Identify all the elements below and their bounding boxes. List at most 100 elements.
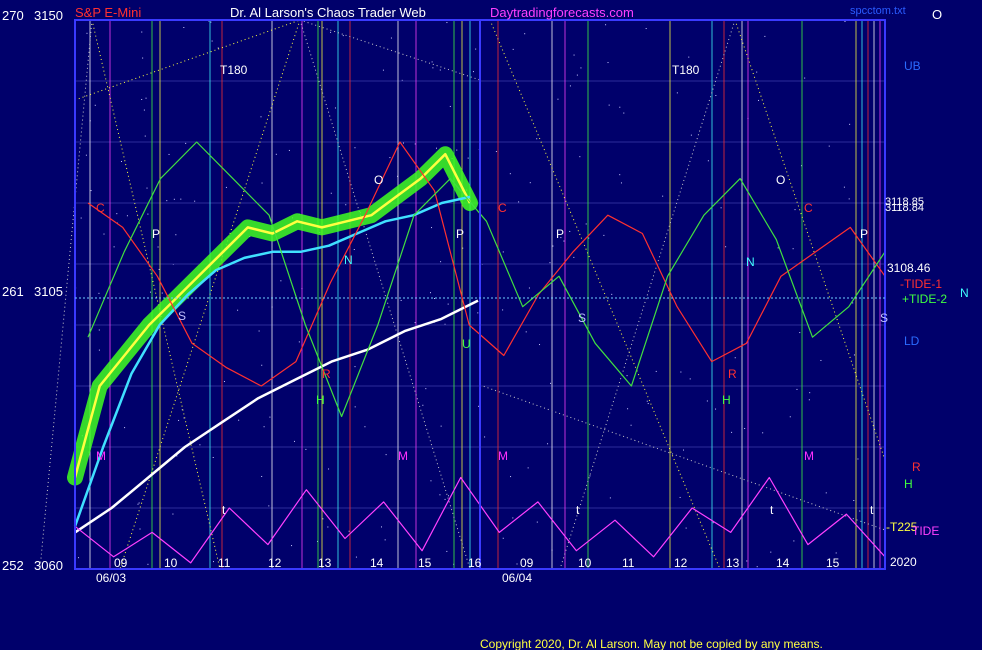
star-dot <box>432 67 434 69</box>
star-dot <box>330 192 332 194</box>
star-dot <box>183 26 185 28</box>
panel-marker: O <box>374 173 383 187</box>
x-tick-label: 11 <box>622 556 635 570</box>
star-dot <box>647 403 649 405</box>
star-dot <box>502 537 504 539</box>
price-top-label: 3150 <box>34 8 63 23</box>
star-dot <box>685 527 687 529</box>
star-dot <box>502 309 504 311</box>
h-label: H <box>904 477 913 491</box>
star-dot <box>529 182 531 184</box>
star-dot <box>354 406 356 408</box>
star-dot <box>853 499 855 501</box>
star-dot <box>430 480 432 482</box>
star-dot <box>569 85 571 87</box>
star-dot <box>429 292 431 294</box>
star-dot <box>291 545 293 547</box>
tide1-label: -TIDE-1 <box>900 277 942 291</box>
star-dot <box>844 21 846 23</box>
star-dot <box>576 74 578 76</box>
star-dot <box>770 551 772 553</box>
star-dot <box>626 375 628 377</box>
star-dot <box>843 186 845 188</box>
star-dot <box>799 332 801 334</box>
star-dot <box>263 426 265 428</box>
left-axis-mid-price: 3105 <box>34 284 63 299</box>
star-dot <box>139 528 141 530</box>
star-dot <box>794 209 796 211</box>
star-dot <box>835 552 837 554</box>
lower-band-label: LD <box>904 334 920 348</box>
panel-marker: H <box>722 393 731 407</box>
star-dot <box>330 31 332 33</box>
star-dot <box>550 382 552 384</box>
star-dot <box>389 157 391 159</box>
star-dot <box>620 182 622 184</box>
panel-marker: C <box>498 201 507 215</box>
star-dot <box>777 247 779 249</box>
star-dot <box>712 522 714 524</box>
star-dot <box>569 230 571 232</box>
star-dot <box>98 292 100 294</box>
instrument-name: S&P E-Mini <box>75 5 141 20</box>
star-dot <box>439 69 441 71</box>
star-dot <box>180 198 182 200</box>
star-dot <box>527 467 529 469</box>
star-dot <box>853 354 855 356</box>
star-dot <box>85 154 87 156</box>
panel-marker: S <box>178 309 186 323</box>
star-dot <box>439 494 441 496</box>
star-dot <box>605 24 607 26</box>
star-dot <box>305 448 307 450</box>
star-dot <box>353 249 355 251</box>
star-dot <box>80 217 82 219</box>
x-tick-label: 12 <box>268 556 282 570</box>
panel-marker: P <box>456 227 464 241</box>
star-dot <box>213 561 215 563</box>
star-dot <box>327 526 329 528</box>
star-dot <box>472 71 474 73</box>
star-dot <box>194 200 196 202</box>
x-tick-label: 11 <box>218 556 231 570</box>
star-dot <box>525 331 527 333</box>
star-dot <box>662 195 664 197</box>
upper-band-label: UB <box>904 59 921 73</box>
star-dot <box>185 142 187 144</box>
top-right-marker: O <box>932 7 942 22</box>
star-dot <box>431 61 433 63</box>
x-tick-label: 14 <box>776 556 790 570</box>
star-dot <box>328 468 330 470</box>
star-dot <box>655 370 657 372</box>
price-label-2: 3118.84 <box>885 202 924 214</box>
star-dot <box>725 246 727 248</box>
star-dot <box>447 303 449 305</box>
x-tick-label: 09 <box>520 556 534 570</box>
star-dot <box>422 404 424 406</box>
star-dot <box>225 186 227 188</box>
star-dot <box>808 399 810 401</box>
star-dot <box>381 526 382 528</box>
copyright-notice: Copyright 2020, Dr. Al Larson. May not b… <box>480 637 823 650</box>
star-dot <box>141 31 143 33</box>
star-dot <box>113 246 115 248</box>
star-dot <box>456 149 458 151</box>
star-dot <box>447 495 449 497</box>
star-dot <box>440 261 442 263</box>
star-dot <box>268 505 270 507</box>
star-dot <box>580 67 582 69</box>
tide2-label: +TIDE-2 <box>902 292 947 306</box>
star-dot <box>440 425 442 427</box>
price-label-3: 3108.46 <box>887 261 931 275</box>
star-dot <box>789 416 791 418</box>
star-dot <box>161 292 163 294</box>
panel-marker: M <box>498 449 508 463</box>
star-dot <box>549 262 551 264</box>
star-dot <box>334 107 336 109</box>
star-dot <box>143 109 145 111</box>
star-dot <box>275 153 277 155</box>
star-dot <box>762 432 764 434</box>
site-url: Daytradingforecasts.com <box>490 5 634 20</box>
star-dot <box>390 37 392 39</box>
star-dot <box>90 190 92 192</box>
star-dot <box>384 539 386 541</box>
